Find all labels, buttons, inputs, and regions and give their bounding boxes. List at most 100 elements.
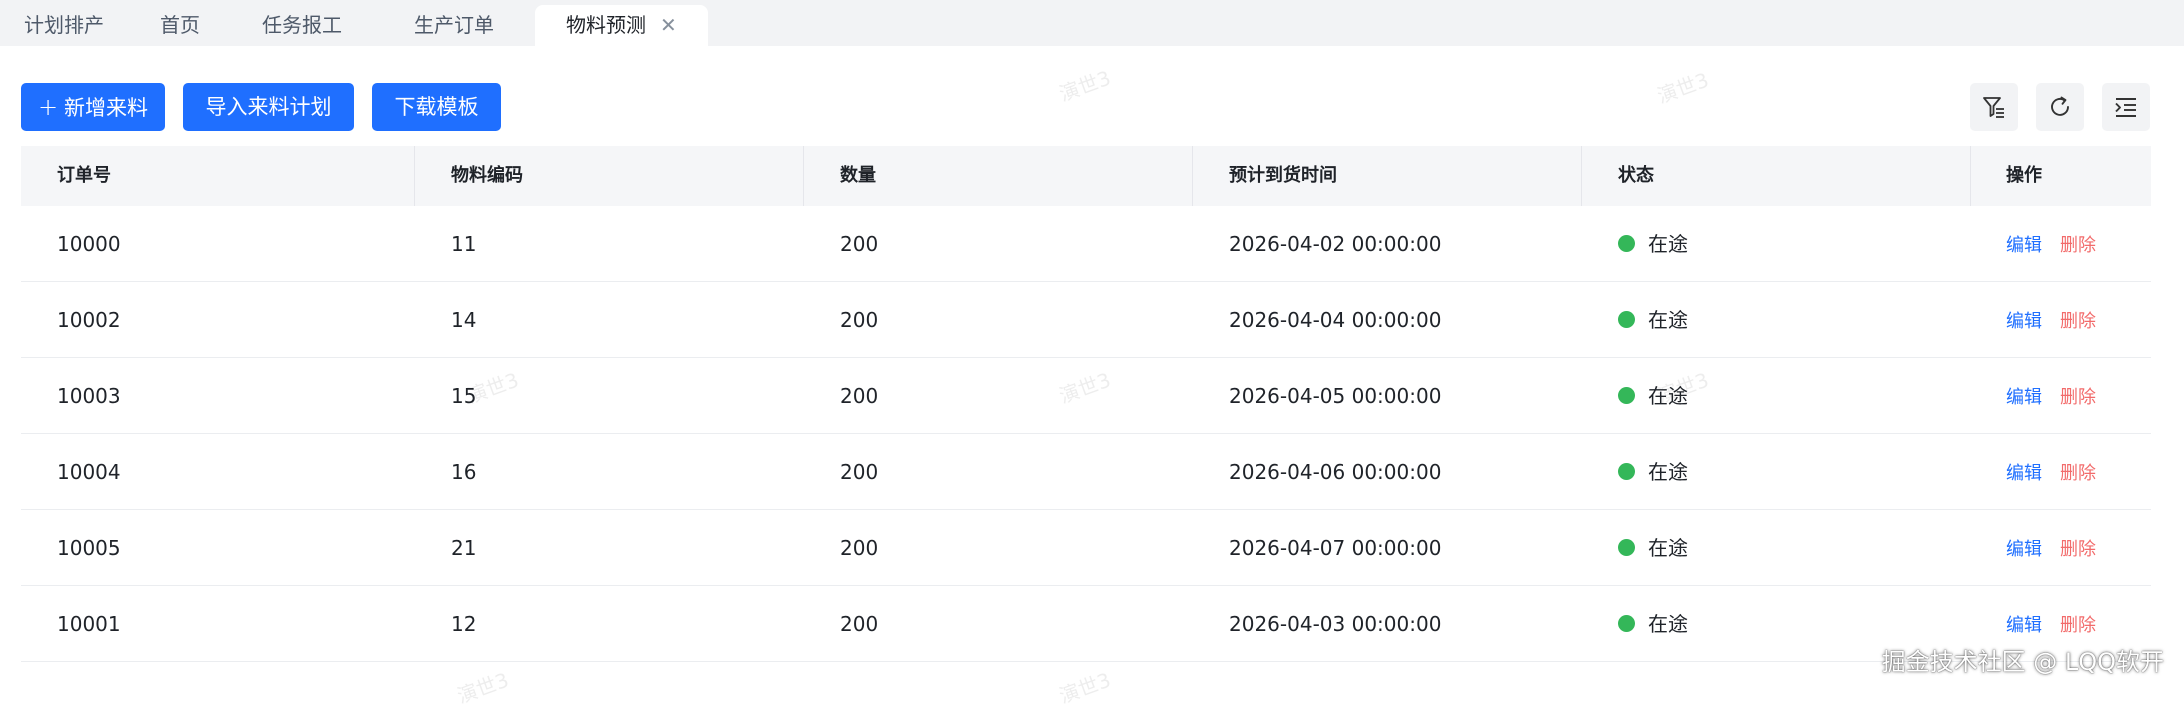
order-number: 10002 [57,308,121,332]
delete-link[interactable]: 删除 [2060,235,2096,256]
add-incoming-button[interactable]: + 新增来料 [21,83,165,131]
delete-link[interactable]: 删除 [2060,311,2096,332]
filter-icon [1983,97,2004,118]
edit-link[interactable]: 编辑 [2006,235,2042,256]
tab-label: 生产订单 [414,13,494,37]
column-settings-button[interactable] [2102,83,2150,131]
quantity: 200 [840,536,879,560]
row-actions: 编辑 删除 [2006,434,2096,510]
delete-link[interactable]: 删除 [2060,463,2096,484]
eta: 2026-04-06 00:00:00 [1229,460,1442,484]
edit-link[interactable]: 编辑 [2006,463,2042,484]
quantity: 200 [840,308,879,332]
column-header-material-code: 物料编码 [451,165,523,186]
tab-material-forecast[interactable]: 物料预测 ✕ [535,5,708,46]
delete-link[interactable]: 删除 [2060,615,2096,636]
watermark: 演世3 [453,667,512,709]
eta: 2026-04-05 00:00:00 [1229,384,1442,408]
refresh-button[interactable] [2036,83,2084,131]
row-actions: 编辑 删除 [2006,510,2096,586]
status-dot-icon [1618,615,1635,632]
download-template-button[interactable]: 下载模板 [372,83,501,131]
edit-link[interactable]: 编辑 [2006,615,2042,636]
status-dot-icon [1618,539,1635,556]
tab-home[interactable]: 首页 [160,5,200,46]
material-table: 订单号 物料编码 数量 预计到货时间 状态 操作 10000 11 200 20… [21,146,2151,662]
status-dot-icon [1618,311,1635,328]
column-divider[interactable] [803,146,804,206]
column-header-actions: 操作 [2006,165,2042,186]
quantity: 200 [840,612,879,636]
order-number: 10000 [57,232,121,256]
status: 在途 [1618,434,1688,510]
status-label: 在途 [1648,232,1688,256]
tab-label: 首页 [160,13,200,37]
eta: 2026-04-07 00:00:00 [1229,536,1442,560]
filter-button[interactable] [1970,83,2018,131]
status: 在途 [1618,510,1688,586]
row-actions: 编辑 删除 [2006,282,2096,358]
table-row: 10005 21 200 2026-04-07 00:00:00 在途 编辑 删除 [21,510,2151,586]
column-header-status: 状态 [1618,165,1654,186]
source-watermark: 掘金技术社区 @ LQQ软开 [1881,648,2164,676]
status: 在途 [1618,282,1688,358]
tab-task-report[interactable]: 任务报工 [262,5,342,46]
delete-link[interactable]: 删除 [2060,387,2096,408]
status: 在途 [1618,358,1688,434]
column-divider[interactable] [1192,146,1193,206]
status-label: 在途 [1648,460,1688,484]
tab-label: 物料预测 [566,13,646,37]
row-actions: 编辑 删除 [2006,358,2096,434]
eta: 2026-04-03 00:00:00 [1229,612,1442,636]
table-row: 10002 14 200 2026-04-04 00:00:00 在途 编辑 删除 [21,282,2151,358]
column-header-quantity: 数量 [840,165,876,186]
material-code: 14 [451,308,477,332]
tab-schedule[interactable]: 计划排产 [24,5,104,46]
material-code: 12 [451,612,477,636]
tab-label: 任务报工 [262,13,342,37]
status-dot-icon [1618,463,1635,480]
quantity: 200 [840,384,879,408]
order-number: 10001 [57,612,121,636]
edit-link[interactable]: 编辑 [2006,311,2042,332]
column-header-order: 订单号 [57,165,111,186]
button-label: 新增来料 [64,96,149,120]
material-code: 15 [451,384,477,408]
material-code: 21 [451,536,477,560]
edit-link[interactable]: 编辑 [2006,387,2042,408]
status-label: 在途 [1648,536,1688,560]
table-row: 10003 15 200 2026-04-05 00:00:00 在途 编辑 删除 [21,358,2151,434]
table-header: 订单号 物料编码 数量 预计到货时间 状态 操作 [21,146,2151,206]
plus-icon: + [37,93,59,121]
tab-label: 计划排产 [24,13,104,37]
edit-link[interactable]: 编辑 [2006,539,2042,560]
quantity: 200 [840,232,879,256]
status-label: 在途 [1648,612,1688,636]
table-row: 10000 11 200 2026-04-02 00:00:00 在途 编辑 删除 [21,206,2151,282]
eta: 2026-04-02 00:00:00 [1229,232,1442,256]
watermark: 演世3 [1055,65,1114,107]
watermark: 演世3 [1055,667,1114,709]
status: 在途 [1618,206,1688,282]
column-divider[interactable] [1581,146,1582,206]
status-label: 在途 [1648,308,1688,332]
column-divider[interactable] [1970,146,1971,206]
import-plan-button[interactable]: 导入来料计划 [183,83,354,131]
tab-bar: 计划排产 首页 任务报工 生产订单 物料预测 ✕ [0,0,2184,46]
watermark: 演世3 [1653,67,1712,109]
order-number: 10005 [57,536,121,560]
tab-production-order[interactable]: 生产订单 [414,5,494,46]
close-icon[interactable]: ✕ [660,5,677,46]
order-number: 10003 [57,384,121,408]
status-dot-icon [1618,235,1635,252]
table-row: 10004 16 200 2026-04-06 00:00:00 在途 编辑 删除 [21,434,2151,510]
status-dot-icon [1618,387,1635,404]
delete-link[interactable]: 删除 [2060,539,2096,560]
button-label: 导入来料计划 [205,95,332,119]
column-divider[interactable] [414,146,415,206]
indent-icon [2115,98,2136,117]
row-actions: 编辑 删除 [2006,206,2096,282]
quantity: 200 [840,460,879,484]
status: 在途 [1618,586,1688,662]
material-code: 16 [451,460,477,484]
